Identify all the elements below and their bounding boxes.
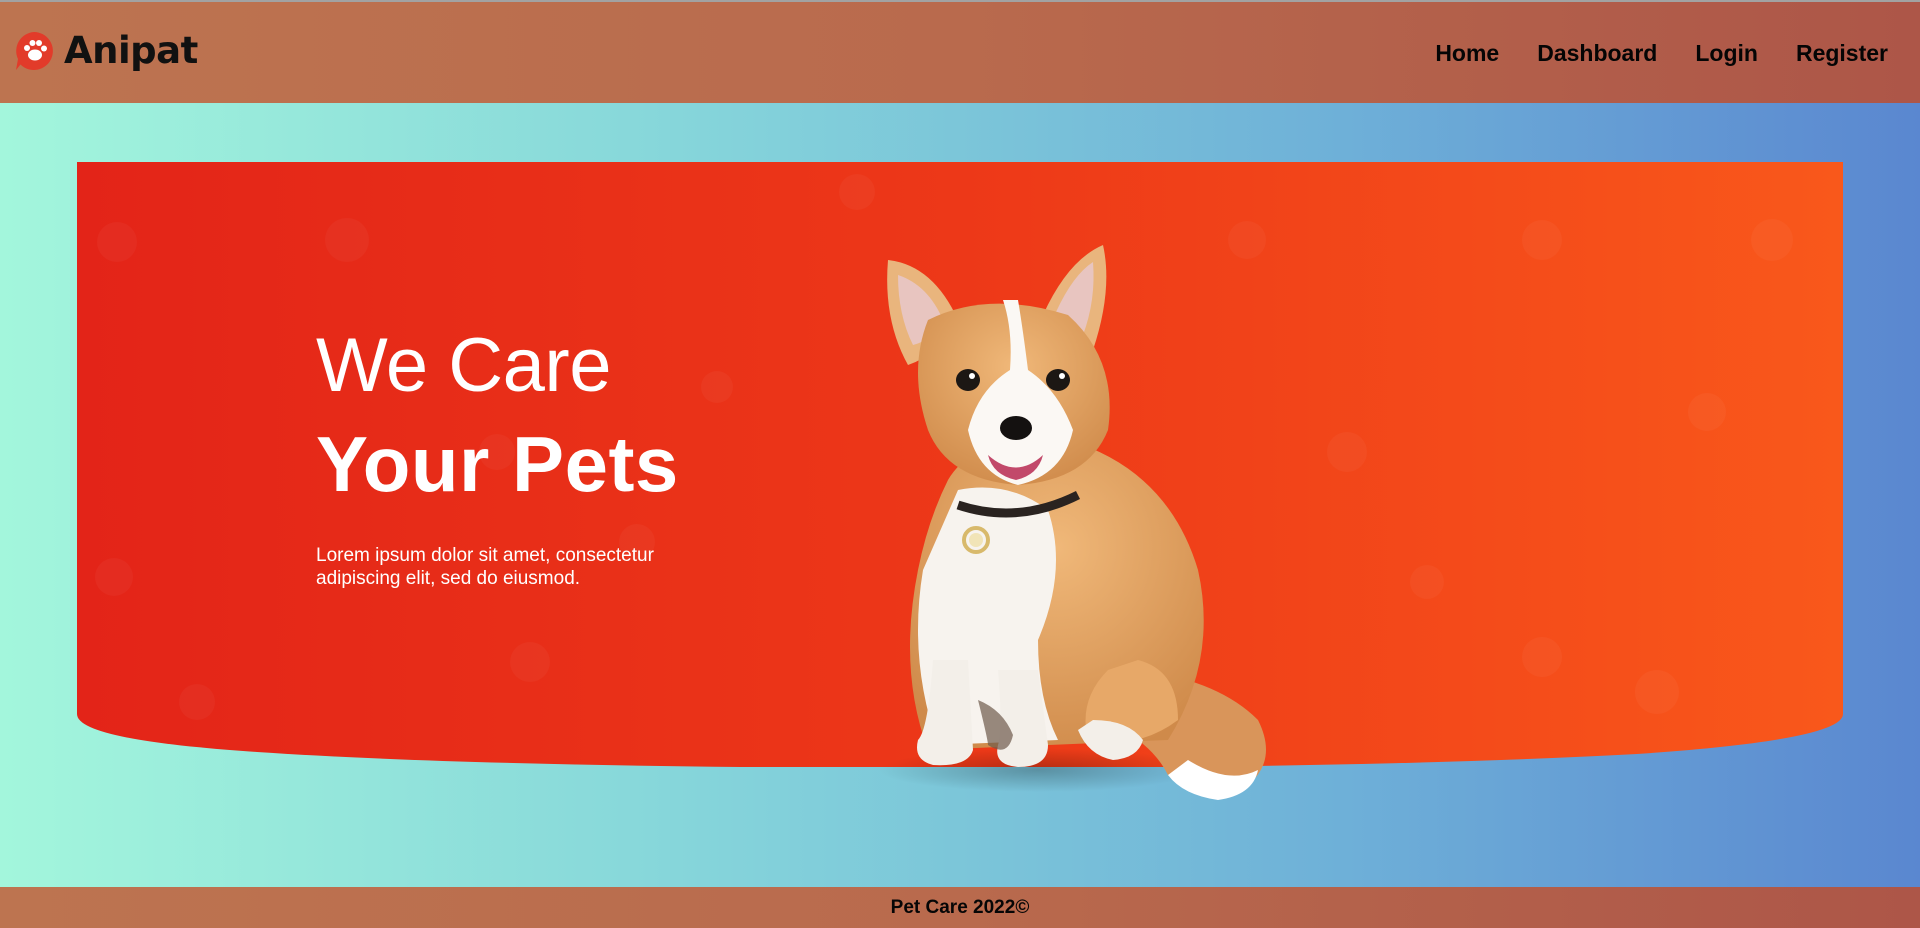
brand-logo[interactable]: Anipat xyxy=(12,26,198,76)
site-footer: Pet Care 2022© xyxy=(0,887,1920,928)
nav-login-link[interactable]: Login xyxy=(1695,40,1758,66)
hero-description: Lorem ipsum dolor sit amet, consectetur … xyxy=(316,545,654,589)
site-header: Anipat Home Dashboard Login Register xyxy=(0,0,1920,103)
hero-heading-line2: Your Pets xyxy=(316,420,679,508)
nav-dashboard-link[interactable]: Dashboard xyxy=(1537,40,1657,66)
nav-home-link[interactable]: Home xyxy=(1435,40,1499,66)
hero-heading-line1: We Care xyxy=(316,323,611,408)
nav-register-link[interactable]: Register xyxy=(1796,40,1888,66)
corgi-puppy-illustration xyxy=(878,245,1266,800)
paw-chat-bubble-icon xyxy=(16,32,53,70)
page: Anipat Home Dashboard Login Register We … xyxy=(0,0,1920,928)
brand-name: Anipat xyxy=(64,29,198,72)
main-nav: Home Dashboard Login Register xyxy=(1397,40,1888,66)
hero-text: We Care Your Pets Lorem ipsum dolor sit … xyxy=(316,320,776,590)
footer-copyright: Pet Care 2022© xyxy=(890,896,1030,918)
